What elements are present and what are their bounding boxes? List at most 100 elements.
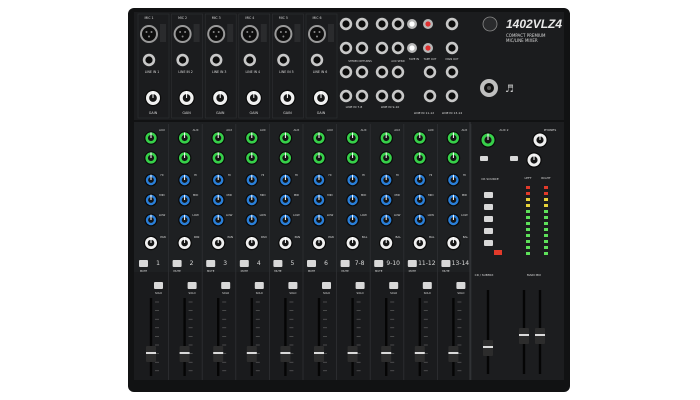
phones-jack[interactable] <box>480 79 498 97</box>
solo-button[interactable] <box>288 282 298 289</box>
eq-low-knob[interactable] <box>413 213 427 227</box>
channel-fader[interactable] <box>448 346 459 362</box>
eq-hi-knob[interactable] <box>178 173 192 187</box>
cr-source-button[interactable] <box>484 240 493 246</box>
channel-fader[interactable] <box>213 346 224 362</box>
eq-hi-knob[interactable] <box>279 173 292 187</box>
return-jack[interactable] <box>355 89 369 103</box>
return-jack[interactable] <box>339 89 353 103</box>
pan-knob[interactable] <box>379 235 394 251</box>
eq-low-knob[interactable] <box>379 213 393 227</box>
aux1-knob[interactable] <box>177 131 192 145</box>
return-jack[interactable] <box>339 41 353 55</box>
solo-button[interactable] <box>389 282 399 289</box>
xlr-jack[interactable] <box>240 25 259 43</box>
eq-low-knob[interactable] <box>211 213 225 227</box>
tape-rca-jack[interactable] <box>423 19 433 29</box>
eq-hi-knob[interactable] <box>211 173 225 187</box>
pan-knob[interactable] <box>177 235 192 251</box>
xlr-jack[interactable] <box>308 25 326 43</box>
line-jack-ch3[interactable] <box>210 53 223 67</box>
aux1-knob[interactable] <box>413 131 427 145</box>
mute-button[interactable] <box>273 260 283 267</box>
mute-button[interactable] <box>340 260 350 267</box>
channel-fader[interactable] <box>381 346 392 362</box>
channel-fader[interactable] <box>347 346 358 362</box>
aux1-knob[interactable] <box>379 131 394 145</box>
aux-return-knob[interactable] <box>480 132 496 148</box>
tape-rca-jack[interactable] <box>407 43 417 53</box>
stereo-line-jack[interactable] <box>391 41 405 55</box>
eq-hi-knob[interactable] <box>413 173 427 187</box>
eq-mid-knob[interactable] <box>447 193 460 207</box>
stereo-line-jack[interactable] <box>391 89 405 103</box>
solo-button[interactable] <box>254 282 264 289</box>
master-fader[interactable] <box>519 328 529 344</box>
pan-knob[interactable] <box>143 235 159 251</box>
solo-button[interactable] <box>154 282 163 289</box>
solo-button[interactable] <box>422 282 432 289</box>
tape-rca-jack[interactable] <box>407 19 417 29</box>
channel-fader[interactable] <box>246 346 257 362</box>
stereo-line-jack[interactable] <box>375 41 389 55</box>
channel-fader[interactable] <box>146 346 156 362</box>
aux-out-jack[interactable] <box>445 65 459 79</box>
mute-button[interactable] <box>206 260 216 267</box>
mute-button[interactable] <box>374 260 384 267</box>
channel-fader[interactable] <box>280 346 291 362</box>
phones-level-knob[interactable] <box>532 132 548 148</box>
return-jack[interactable] <box>355 41 369 55</box>
eq-mid-knob[interactable] <box>346 193 359 207</box>
aux1-knob[interactable] <box>345 131 360 145</box>
line-jack-ch4[interactable] <box>243 53 256 67</box>
return-jack[interactable] <box>355 65 369 79</box>
gain-knob-ch2[interactable] <box>178 89 195 107</box>
cr-source-button[interactable] <box>484 216 493 222</box>
gain-knob-ch5[interactable] <box>279 89 296 107</box>
return-jack[interactable] <box>339 17 353 31</box>
eq-mid-knob[interactable] <box>413 193 427 207</box>
stereo-line-jack[interactable] <box>375 65 389 79</box>
aux1-knob[interactable] <box>144 131 158 145</box>
eq-hi-knob[interactable] <box>245 173 259 187</box>
aux2-knob[interactable] <box>211 151 225 165</box>
return-jack[interactable] <box>339 65 353 79</box>
aux2-knob[interactable] <box>278 151 293 165</box>
solo-button[interactable] <box>221 282 231 289</box>
aux2-knob[interactable] <box>312 151 326 165</box>
gain-knob-ch3[interactable] <box>212 89 229 107</box>
eq-low-knob[interactable] <box>279 213 292 227</box>
aux1-knob[interactable] <box>312 131 326 145</box>
gain-knob-ch4[interactable] <box>245 89 262 107</box>
mute-button[interactable] <box>139 260 148 267</box>
xlr-jack[interactable] <box>274 25 293 43</box>
eq-hi-knob[interactable] <box>312 173 326 187</box>
mute-button[interactable] <box>239 260 249 267</box>
aux2-knob[interactable] <box>177 151 192 165</box>
pan-knob[interactable] <box>412 235 427 251</box>
return-jack[interactable] <box>355 17 369 31</box>
stereo-line-jack[interactable] <box>391 65 405 79</box>
eq-mid-knob[interactable] <box>379 193 393 207</box>
mute-button[interactable] <box>441 260 451 267</box>
aux2-knob[interactable] <box>446 151 461 165</box>
line-jack-ch5[interactable] <box>277 53 290 67</box>
cr-source-button[interactable] <box>484 192 493 198</box>
master-fader[interactable] <box>535 328 545 344</box>
eq-mid-knob[interactable] <box>211 193 225 207</box>
stereo-line-jack[interactable] <box>375 17 389 31</box>
channel-fader[interactable] <box>414 346 425 362</box>
aux1-knob[interactable] <box>278 131 293 145</box>
master-button[interactable] <box>510 156 518 161</box>
xlr-jack[interactable] <box>140 25 158 43</box>
aux-send-jack[interactable] <box>423 89 437 103</box>
channel-fader[interactable] <box>179 346 190 362</box>
eq-hi-knob[interactable] <box>379 173 393 187</box>
cr-source-button[interactable] <box>484 204 493 210</box>
line-jack-ch2[interactable] <box>176 53 189 67</box>
pan-knob[interactable] <box>446 235 461 251</box>
eq-mid-knob[interactable] <box>245 193 259 207</box>
eq-mid-knob[interactable] <box>279 193 292 207</box>
eq-mid-knob[interactable] <box>312 193 326 207</box>
aux-out-jack[interactable] <box>445 89 459 103</box>
